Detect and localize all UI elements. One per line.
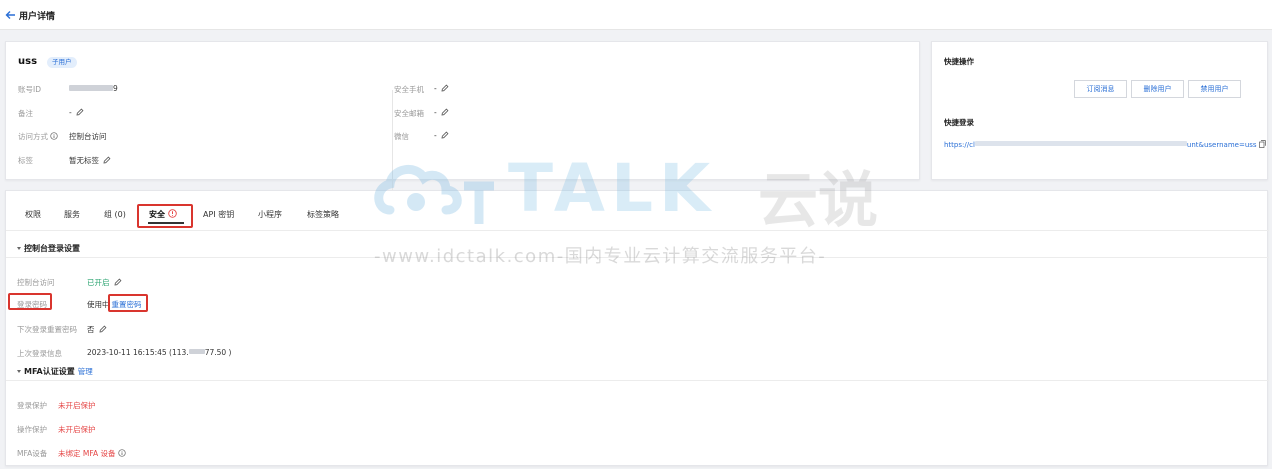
tab-services[interactable]: 服务 [64,209,80,220]
section-divider [6,380,1269,381]
account-id-label: 账号ID [18,85,41,94]
section-divider [6,257,1269,258]
login-protect-value: 未开启保护 [58,401,96,410]
tab-tag-policies[interactable]: 标签策略 [307,209,339,220]
top-bar: 用户详情 [0,0,1272,30]
info-circle-icon[interactable] [117,449,126,457]
login-protect-label: 登录保护 [17,401,47,410]
console-login-section-title[interactable]: 控制台登录设置 [17,243,80,254]
edit-wechat-pencil-icon[interactable] [441,131,449,139]
login-password-label-highlight [8,293,52,310]
masked-login-url [974,141,1187,146]
edit-email-pencil-icon[interactable] [441,108,449,116]
console-access-label: 控制台访问 [17,278,55,287]
security-email-field: - [434,108,449,117]
tags-value: 暂无标签 [69,156,99,165]
tab-groups[interactable]: 组 (0) [104,209,126,220]
subscribe-messages-button[interactable]: 订阅消息 [1074,80,1127,98]
caret-down-icon [17,370,21,373]
reset-password-highlight [108,294,148,312]
access-mode-label-text: 访问方式 [18,132,48,141]
remark-field: - [69,108,84,117]
last-login-ip-start: (113. [169,348,189,357]
edit-tags-pencil-icon[interactable] [103,156,111,164]
last-login-label: 上次登录信息 [17,349,62,358]
security-phone-field: - [434,84,449,93]
page-title: 用户详情 [19,12,56,22]
masked-ip [188,349,205,354]
login-url-start: https://cl [944,141,975,149]
disable-user-button[interactable]: 禁用用户 [1188,80,1241,98]
security-email-label: 安全邮箱 [394,109,424,118]
tab-mini-programs[interactable]: 小程序 [258,209,282,220]
arrow-left-icon[interactable] [5,10,16,20]
tags-label: 标签 [18,156,33,165]
mfa-device-field: 未绑定 MFA 设备 [58,448,126,459]
remark-value: - [69,108,72,117]
user-info-card: uss 子用户 账号ID 9 备注 - 访问方式 控制台访问 标签 暂无标签 安… [5,41,920,208]
security-tab-highlight [137,204,193,228]
caret-down-icon [17,247,21,250]
console-access-value: 已开启 [87,278,110,287]
edit-next-login-reset-pencil-icon[interactable] [99,325,107,333]
mfa-device-value: 未绑定 MFA 设备 [58,449,116,458]
mfa-device-label: MFA设备 [17,449,48,458]
access-mode-label: 访问方式 [18,131,58,142]
quick-login-title: 快捷登录 [944,118,974,127]
quick-actions-card: 快捷操作 订阅消息 删除用户 禁用用户 快捷登录 https://cl unt&u… [931,41,1268,180]
login-url-end: unt&username=uss [1186,141,1257,149]
edit-console-access-pencil-icon[interactable] [114,278,122,286]
wechat-field: - [434,131,449,140]
op-protect-value: 未开启保护 [58,425,96,434]
wechat-label: 微信 [394,132,409,141]
user-name: uss [18,56,38,67]
last-login-time: 2023-10-11 16:15:45 [87,348,167,357]
access-mode-value: 控制台访问 [69,132,107,141]
tabs-card: 权限 服务 组 (0) 安全 API 密钥 小程序 标签策略 控制台登录设置 控… [5,190,1269,466]
edit-phone-pencil-icon[interactable] [441,84,449,92]
next-login-reset-value: 否 [87,325,95,334]
console-login-section-label: 控制台登录设置 [24,244,80,253]
quick-actions-title: 快捷操作 [944,57,974,66]
security-phone-value: - [434,84,437,93]
next-login-reset-label: 下次登录重置密码 [17,325,77,334]
tab-bar: 权限 服务 组 (0) 安全 API 密钥 小程序 标签策略 [6,191,1269,231]
mfa-section-label: MFA认证设置 [24,367,75,376]
tab-api-keys[interactable]: API 密钥 [203,209,234,220]
delete-user-button[interactable]: 删除用户 [1131,80,1184,98]
mfa-manage-link[interactable]: 管理 [78,367,93,376]
security-phone-label: 安全手机 [394,85,424,94]
console-access-field: 已开启 [87,277,122,288]
quick-login-link[interactable]: https://cl unt&username=uss [944,140,1266,149]
sub-user-badge: 子用户 [47,57,77,68]
last-login-ip-end: 77.50 ) [204,348,232,357]
security-email-value: - [434,108,437,117]
login-password-status: 使用中 [87,300,110,309]
tags-field: 暂无标签 [69,155,111,166]
info-circle-icon[interactable] [50,132,58,140]
next-login-reset-field: 否 [87,324,107,335]
copy-icon[interactable] [1258,140,1266,148]
op-protect-label: 操作保护 [17,425,47,434]
masked-account-id [69,85,113,91]
account-id-value: 9 [113,84,118,93]
wechat-value: - [434,131,437,140]
remark-label: 备注 [18,109,33,118]
mfa-section-title[interactable]: MFA认证设置 管理 [17,366,93,377]
last-login-value: 2023-10-11 16:15:45 (113. 77.50 ) [87,348,231,357]
tab-permissions[interactable]: 权限 [25,209,41,220]
edit-remark-pencil-icon[interactable] [76,108,84,116]
